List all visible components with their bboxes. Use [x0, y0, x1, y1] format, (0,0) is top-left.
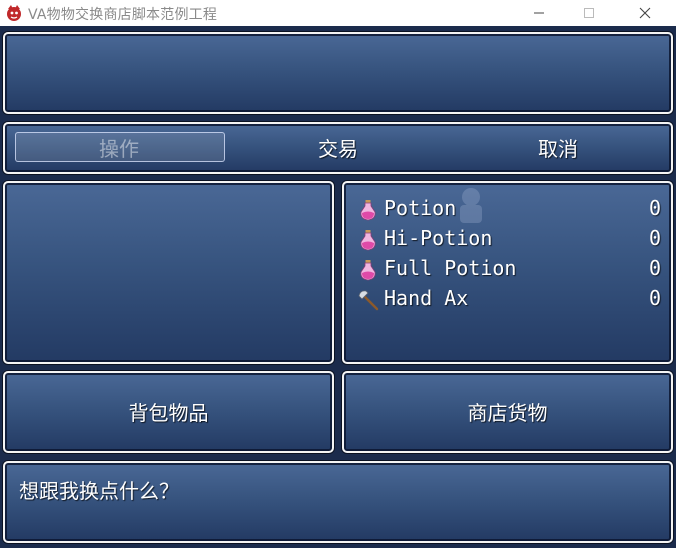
command-cancel[interactable]: 取消 [453, 134, 663, 164]
item-row-hand-ax[interactable]: Hand Ax 0 [356, 285, 661, 315]
maximize-icon [584, 8, 594, 18]
potion-icon [360, 260, 376, 281]
close-icon [639, 7, 651, 19]
item-list-window: Potion 0 Hi-Potion 0 Full Potion 0 Hand … [342, 181, 673, 364]
item-name: Hi-Potion [384, 226, 493, 250]
minimize-icon [534, 12, 544, 14]
bag-items-label: 背包物品 [128, 401, 209, 425]
app-icon [7, 5, 21, 21]
item-name: Hand Ax [384, 286, 469, 310]
item-quantity: 0 [648, 256, 661, 280]
potion-icon [360, 230, 376, 251]
command-window: 操作 交易 取消 [3, 122, 673, 174]
bag-items-tab[interactable]: 背包物品 [3, 371, 334, 453]
axe-icon [358, 290, 379, 311]
title-bar: VA物物交换商店脚本范例工程 [0, 0, 676, 26]
shop-goods-tab[interactable]: 商店货物 [342, 371, 673, 453]
item-row-potion[interactable]: Potion 0 [356, 195, 661, 225]
item-name: Full Potion [384, 256, 517, 280]
item-quantity: 0 [648, 196, 661, 220]
potion-icon [360, 200, 376, 221]
game-screen: 操作 交易 取消 Potion 0 Hi-Potion 0 Full Potio… [0, 26, 676, 548]
help-window [3, 32, 673, 114]
shop-goods-label: 商店货物 [467, 401, 548, 425]
selection-window [3, 181, 334, 364]
window-title: VA物物交换商店脚本范例工程 [28, 7, 218, 23]
message-window: 想跟我换点什么？ [3, 461, 673, 543]
close-button[interactable] [622, 0, 668, 26]
item-row-hi-potion[interactable]: Hi-Potion 0 [356, 225, 661, 255]
command-trade[interactable]: 交易 [233, 134, 443, 164]
item-quantity: 0 [648, 226, 661, 250]
command-operate[interactable]: 操作 [15, 134, 223, 164]
item-name: Potion [384, 196, 457, 220]
item-row-full-potion[interactable]: Full Potion 0 [356, 255, 661, 285]
item-quantity: 0 [648, 286, 661, 310]
maximize-button[interactable] [566, 0, 612, 26]
message-text: 想跟我换点什么？ [19, 479, 179, 503]
minimize-button[interactable] [516, 0, 562, 26]
